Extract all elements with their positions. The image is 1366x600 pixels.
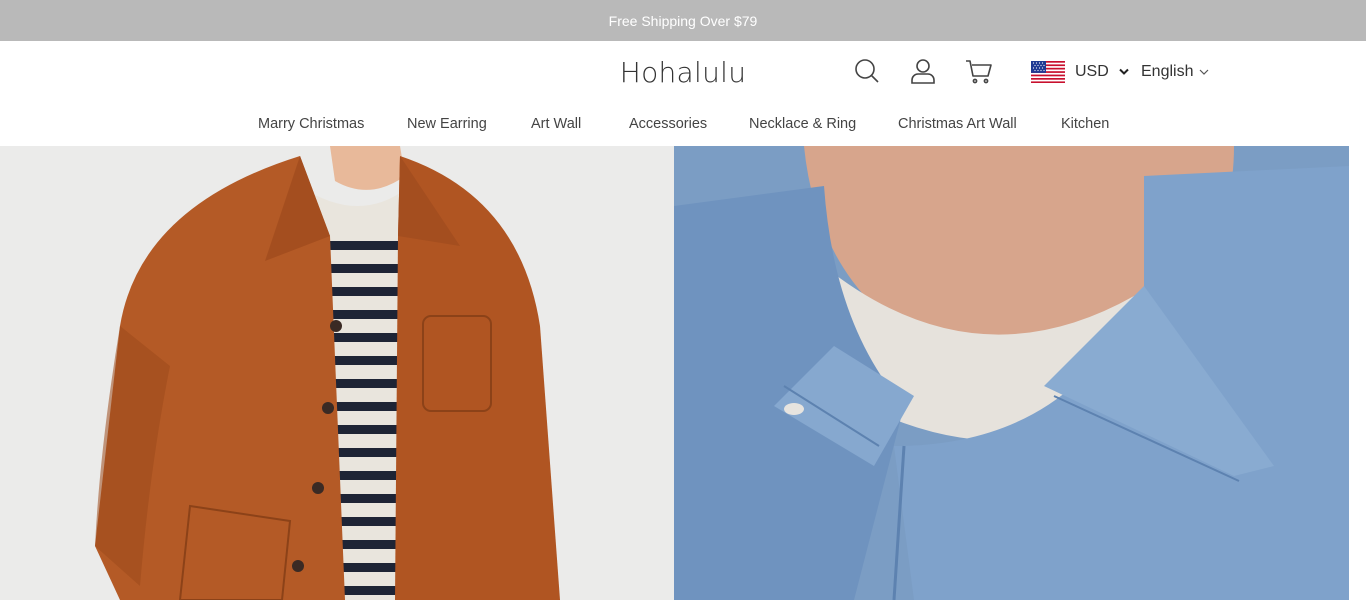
- site-logo[interactable]: Hohalulu: [620, 56, 747, 89]
- site-header: Hohalulu USD English: [0, 41, 1366, 105]
- hero-image-right[interactable]: [674, 146, 1349, 600]
- nav-item-art-wall[interactable]: Art Wall: [531, 116, 581, 132]
- search-icon: [855, 59, 879, 83]
- nav-item-kitchen[interactable]: Kitchen: [1061, 116, 1109, 132]
- nav-item-new-earring[interactable]: New Earring: [407, 116, 487, 132]
- user-icon: [911, 59, 935, 84]
- announcement-bar: Free Shipping Over $79: [0, 0, 1366, 41]
- hero-banner: [0, 146, 1366, 600]
- announcement-text: Free Shipping Over $79: [608, 12, 758, 29]
- nav-item-marry-christmas[interactable]: Marry Christmas: [258, 116, 364, 132]
- cart-button[interactable]: [965, 57, 993, 85]
- nav-item-accessories[interactable]: Accessories: [629, 116, 707, 132]
- cart-icon: [966, 60, 992, 84]
- hero-image-left[interactable]: [0, 146, 674, 600]
- chevron-down-icon: [1200, 69, 1209, 75]
- denim-shirt-photo: [674, 146, 1349, 600]
- nav-item-necklace-ring[interactable]: Necklace & Ring: [749, 116, 856, 132]
- main-nav: Marry Christmas New Earring Art Wall Acc…: [0, 105, 1366, 146]
- currency-selector[interactable]: USD: [1031, 61, 1129, 83]
- account-button[interactable]: [909, 57, 937, 85]
- nav-item-christmas-art-wall[interactable]: Christmas Art Wall: [898, 116, 1017, 132]
- language-selector[interactable]: English: [1141, 61, 1209, 83]
- currency-label: USD: [1075, 63, 1109, 80]
- search-button[interactable]: [853, 57, 881, 85]
- orange-jacket-photo: [95, 146, 560, 600]
- us-flag-icon: [1031, 61, 1065, 83]
- language-label: English: [1141, 63, 1194, 80]
- chevron-down-icon: [1119, 68, 1129, 75]
